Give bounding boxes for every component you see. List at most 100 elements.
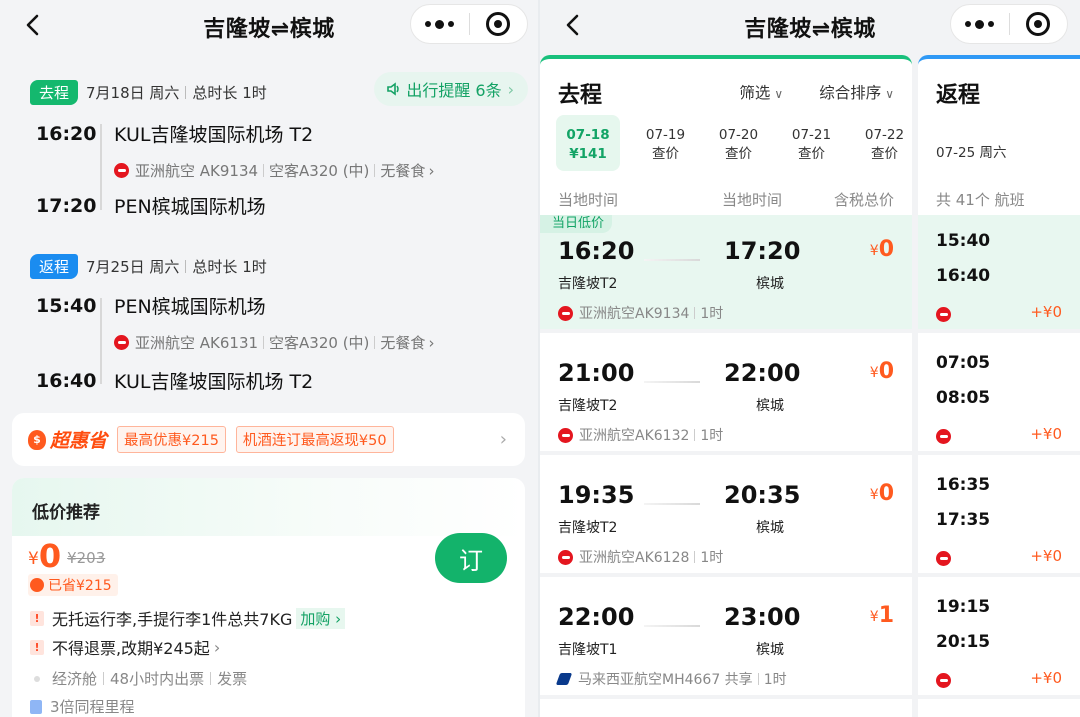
promo-bar[interactable]: $ 超惠省 最高优惠¥215 机酒连订最高返现¥50 ›	[12, 413, 525, 466]
refund-rule[interactable]: ! 不得退票,改期¥245起 ›	[30, 635, 220, 659]
close-button[interactable]	[1010, 5, 1068, 43]
airasia-logo-icon	[558, 549, 573, 565]
chevron-right-icon: ›	[507, 79, 514, 99]
close-icon	[486, 12, 511, 36]
date-tab-0[interactable]: 07-18 ¥141	[556, 115, 620, 171]
more-button[interactable]	[951, 5, 1009, 43]
airasia-logo-icon	[936, 551, 951, 566]
airasia-logo-icon	[936, 429, 951, 444]
flight-row[interactable]: 19:35 20:35 吉隆坡T2 槟城 ¥0 亚洲航空AK6128 1时	[540, 459, 912, 577]
dep-time: 16:20	[558, 237, 635, 265]
dep-time: 07:05	[936, 353, 991, 373]
date-tab-4[interactable]: 07-22 查价	[848, 115, 912, 171]
return-tag: 返程	[30, 254, 79, 279]
airasia-logo-icon	[936, 307, 951, 322]
filter-dropdown[interactable]: 筛选 ∨	[721, 81, 783, 103]
promo-chip-cashback: 机酒连订最高返现¥50	[235, 426, 394, 453]
more-icon	[965, 19, 995, 29]
meal: 无餐食	[380, 162, 426, 180]
date-tab-2[interactable]: 07-20 查价	[702, 115, 775, 171]
arr-time: 16:40	[36, 369, 97, 392]
more-button[interactable]	[411, 5, 469, 43]
duration: 1时	[700, 306, 724, 322]
price-diff: +¥0	[1030, 669, 1062, 687]
airline-info: 亚洲航空AK6132 1时	[558, 425, 723, 445]
return-duration: 总时长 1时	[192, 258, 267, 276]
recommend-title: 低价推荐	[32, 503, 100, 523]
return-date[interactable]: 07-25 周六	[936, 141, 1007, 161]
airasia-logo-icon	[558, 305, 573, 321]
return-flight-row[interactable]: 15:40 16:40 +¥0	[918, 215, 1080, 333]
outbound-departure: 16:20 KUL吉隆坡国际机场 T2	[36, 120, 313, 147]
dep-airport: KUL吉隆坡国际机场 T2	[114, 124, 314, 146]
mini-program-capsule	[950, 4, 1068, 44]
travel-reminder-button[interactable]: 出行提醒 6条 ›	[374, 72, 528, 106]
dep-airport: 吉隆坡T2	[558, 276, 618, 292]
airline-info: 亚洲航空AK9134 1时	[558, 303, 723, 323]
arr-time: 17:35	[936, 510, 991, 530]
outbound-column-title: 去程	[558, 83, 603, 108]
arr-time: 23:00	[724, 603, 801, 631]
arr-airport: 槟城	[756, 398, 784, 414]
return-flight-count: 共 41个 航班	[936, 191, 1025, 209]
return-header: 返程 7月25日 周六 总时长 1时	[30, 254, 267, 279]
lowest-price-tag: 当日低价	[540, 215, 613, 233]
buy-baggage-label: 加购	[300, 609, 331, 628]
date-label: 07-22	[864, 127, 905, 143]
price-diff: +¥0	[1030, 547, 1062, 565]
warning-icon: !	[30, 610, 44, 626]
nav-bar: 吉隆坡⇌槟城	[540, 0, 1080, 50]
date-price: ¥141	[569, 146, 607, 162]
date-tab-1[interactable]: 07-19 查价	[629, 115, 702, 171]
baggage-rule: ! 无托运行李,手提行李1件总共7KG 加购 ›	[30, 606, 346, 630]
return-flight-row[interactable]: 07:05 08:05 +¥0	[918, 337, 1080, 455]
aircraft: 空客A320 (中)	[269, 334, 370, 352]
price: ¥0	[869, 359, 894, 384]
promo-chip-max-discount: 最高优惠¥215	[117, 426, 226, 453]
malaysia-airlines-logo-icon	[555, 673, 573, 685]
outbound-carrier[interactable]: 亚洲航空 AK9134 空客A320 (中) 无餐食 ›	[114, 160, 434, 181]
trip-detail-panel: 吉隆坡⇌槟城 去程 7月18日 周六 总时长 1时 出行提醒 6条 › 16:2…	[0, 0, 538, 717]
return-column: 返程 07-25 周六 共 41个 航班 15:40 16:40 +¥0 07:…	[918, 55, 1080, 717]
dep-time: 21:00	[558, 359, 635, 387]
close-button[interactable]	[470, 5, 528, 43]
dep-airport: 吉隆坡T2	[558, 520, 618, 536]
return-flight-row[interactable]: 16:35 17:35 +¥0	[918, 459, 1080, 577]
currency-symbol: ¥	[28, 549, 39, 569]
book-button[interactable]: 订	[435, 533, 507, 583]
saved-label: 已省¥215	[48, 578, 112, 594]
more-icon	[425, 19, 455, 29]
arr-airport: 槟城	[756, 276, 784, 292]
flight-row[interactable]: 22:00 23:00 吉隆坡T1 槟城 ¥1 马来西亚航空MH4667 共享 1…	[540, 581, 912, 699]
chevron-down-icon: ∨	[885, 87, 894, 101]
duration: 1时	[763, 672, 787, 688]
price-value: 0	[38, 537, 62, 575]
airline-info: 马来西亚航空MH4667 共享 1时	[555, 669, 787, 689]
buy-baggage-link[interactable]: 加购 ›	[296, 607, 346, 629]
low-price-recommend-card: 低价推荐 ¥ 0 ¥203 已省¥215 订 ! 无托运行李,手提行李1件总共7…	[12, 478, 525, 717]
price-value: 0	[878, 237, 894, 262]
date-label: 07-19	[645, 127, 686, 143]
price-diff: +¥0	[1030, 303, 1062, 321]
filter-bar: 筛选 ∨ 综合排序 ∨	[703, 81, 894, 103]
arr-time: 08:05	[936, 388, 991, 408]
flight-row[interactable]: 当日低价 16:20 17:20 吉隆坡T2 槟城 ¥0 亚洲航空AK9134 1…	[540, 215, 912, 333]
return-flight-row[interactable]: 19:15 20:15 +¥0	[918, 581, 1080, 699]
airline-info: 亚洲航空AK6128 1时	[558, 547, 723, 567]
flight-row[interactable]: 21:00 22:00 吉隆坡T2 槟城 ¥0 亚洲航空AK6132 1时	[540, 337, 912, 455]
meal: 无餐食	[380, 334, 426, 352]
dep-time: 16:35	[936, 475, 991, 495]
return-carrier[interactable]: 亚洲航空 AK6131 空客A320 (中) 无餐食 ›	[114, 332, 434, 353]
arr-airport: KUL吉隆坡国际机场 T2	[114, 371, 314, 393]
date-tab-3[interactable]: 07-21 查价	[775, 115, 848, 171]
return-departure: 15:40 PEN槟城国际机场	[36, 292, 266, 319]
airasia-logo-icon	[558, 427, 573, 443]
chevron-right-icon: ›	[213, 637, 221, 657]
recommend-price: ¥ 0 ¥203	[28, 540, 105, 572]
nav-bar: 吉隆坡⇌槟城	[0, 0, 538, 50]
chevron-right-icon: ›	[428, 333, 435, 352]
arr-time: 20:15	[936, 632, 991, 652]
sort-dropdown[interactable]: 综合排序 ∨	[801, 81, 894, 103]
dep-airport: PEN槟城国际机场	[114, 296, 266, 318]
arr-time: 17:20	[724, 237, 801, 265]
